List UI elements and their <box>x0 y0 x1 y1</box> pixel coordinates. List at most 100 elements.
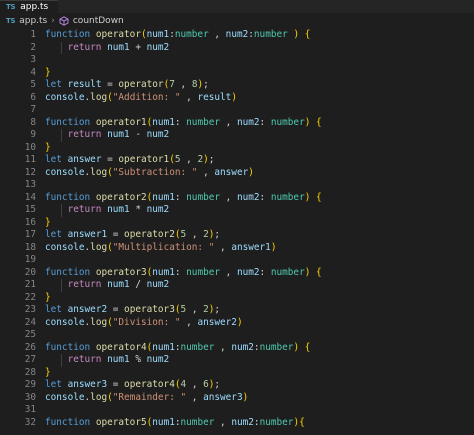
code-token: answer2 <box>67 304 108 315</box>
code-line[interactable]: 5 let result = operator(7 , 8); <box>0 79 474 92</box>
line-code: console.log("Remainder: " , answer3) <box>36 392 474 405</box>
code-token: num1 <box>107 129 130 140</box>
code-token: "Division: " <box>112 316 181 328</box>
line-number: 18 <box>24 241 36 253</box>
code-line[interactable]: 26 function operator4(num1:number , num2:… <box>0 342 474 355</box>
code-token: return <box>67 204 102 215</box>
code-line[interactable]: 28} <box>0 367 474 380</box>
code-token: , <box>220 191 237 203</box>
code-line[interactable]: 23 let answer2 = operator3(5 , 2); <box>0 304 474 317</box>
code-token: num1 <box>152 266 175 278</box>
code-line[interactable]: 14 function operator2(num1: number , num2… <box>0 192 474 205</box>
code-token: = <box>107 304 125 315</box>
code-token: function <box>45 341 91 353</box>
code-token: + <box>129 41 147 53</box>
code-token: result <box>67 79 102 90</box>
line-number: 21 <box>24 279 36 290</box>
code-token: let <box>45 154 62 165</box>
code-line[interactable]: 17 let answer1 = operator2(5 , 2); <box>0 229 474 242</box>
code-token: number <box>270 116 305 128</box>
code-editor[interactable]: 1 function operator(num1:number , num2:nu… <box>0 29 474 435</box>
code-line[interactable]: 19 <box>0 254 474 267</box>
code-token: num2 <box>225 29 249 40</box>
code-line[interactable]: 30 console.log("Remainder: " , answer3) <box>0 392 474 405</box>
breadcrumb-file[interactable]: app.ts <box>19 16 47 26</box>
code-token: : <box>259 191 271 203</box>
code-line[interactable]: 8 function operator1(num1: number , num2:… <box>0 117 474 130</box>
code-token: } <box>45 141 51 153</box>
code-token: operator2 <box>124 229 175 240</box>
code-token: number <box>259 341 294 353</box>
breadcrumb-symbol[interactable]: countDown <box>73 16 124 26</box>
code-line[interactable]: 32 function operator5(num1:number , num2:… <box>0 417 474 430</box>
code-line[interactable]: 12 console.log("Subtraction: " , answer) <box>0 167 474 180</box>
code-token: number <box>186 116 221 128</box>
code-line[interactable]: 25 <box>0 329 474 342</box>
code-token: return <box>67 354 102 365</box>
code-line[interactable]: 7 <box>0 104 474 117</box>
code-token: , <box>174 79 192 90</box>
tab-app-ts[interactable]: TS app.ts <box>0 0 59 13</box>
line-number: 28 <box>24 366 36 378</box>
code-token: log <box>90 166 108 178</box>
typescript-icon: TS <box>6 17 16 25</box>
code-token: - <box>129 129 147 140</box>
code-token: return <box>67 129 102 140</box>
code-token: answer2 <box>197 316 237 328</box>
code-line[interactable]: 3 <box>0 54 474 67</box>
line-number: 5 <box>30 79 36 90</box>
line-number: 14 <box>24 191 36 203</box>
code-token: number <box>270 266 305 278</box>
code-line[interactable]: 22} <box>0 292 474 305</box>
code-line[interactable]: 27 return num1 % num2 <box>0 354 474 367</box>
code-token: num2 <box>146 41 170 53</box>
code-line[interactable]: 11 let answer = operator1(5 , 2); <box>0 154 474 167</box>
line-number: 31 <box>24 404 36 415</box>
indent-guide <box>61 41 62 54</box>
line-code: function operator1(num1: number , num2: … <box>36 117 474 130</box>
code-line[interactable]: 10} <box>0 142 474 155</box>
code-line[interactable]: 18 console.log("Multiplication: " , answe… <box>0 242 474 255</box>
code-line[interactable]: 6 console.log("Addition: " , result) <box>0 92 474 105</box>
line-number: 23 <box>24 304 36 315</box>
code-line[interactable]: 4} <box>0 67 474 80</box>
code-line[interactable]: 13 <box>0 179 474 192</box>
code-token: console <box>45 391 85 403</box>
code-line[interactable]: 9 return num1 - num2 <box>0 129 474 142</box>
code-token: num1 <box>152 416 175 428</box>
line-code: return num1 - num2 <box>36 129 474 142</box>
code-token: function <box>45 116 91 128</box>
code-token: return <box>67 41 102 53</box>
symbol-method-icon <box>59 16 69 26</box>
code-line[interactable]: 24 console.log("Division: " , answer2) <box>0 317 474 330</box>
code-line[interactable]: 31 <box>0 404 474 417</box>
code-line[interactable]: 29 let answer3 = operator4(4 , 6); <box>0 379 474 392</box>
code-token: log <box>90 391 108 403</box>
code-token: ) <box>270 241 277 253</box>
code-line[interactable]: 1 function operator(num1:number , num2:nu… <box>0 29 474 42</box>
indent-guide <box>61 204 62 217</box>
code-line[interactable]: 21 return num1 / num2 <box>0 279 474 292</box>
code-token: answer3 <box>203 391 243 403</box>
code-line[interactable]: 20 function operator3(num1: number , num2… <box>0 267 474 280</box>
line-number: 11 <box>24 154 36 165</box>
line-code: } <box>36 142 474 155</box>
code-token: "Addition: " <box>112 91 181 103</box>
code-token: , <box>214 416 232 428</box>
line-number: 24 <box>24 316 36 328</box>
code-token: , <box>180 154 198 165</box>
code-token: = <box>101 79 119 90</box>
code-line[interactable]: 15 return num1 * num2 <box>0 204 474 217</box>
line-number: 32 <box>24 416 36 428</box>
code-token: num1 <box>107 354 130 365</box>
code-token: console <box>45 91 85 103</box>
tab-label: app.ts <box>20 2 49 12</box>
code-line[interactable]: 2 return num1 + num2 <box>0 42 474 55</box>
code-token: ; <box>214 304 221 315</box>
code-line[interactable]: 16} <box>0 217 474 230</box>
